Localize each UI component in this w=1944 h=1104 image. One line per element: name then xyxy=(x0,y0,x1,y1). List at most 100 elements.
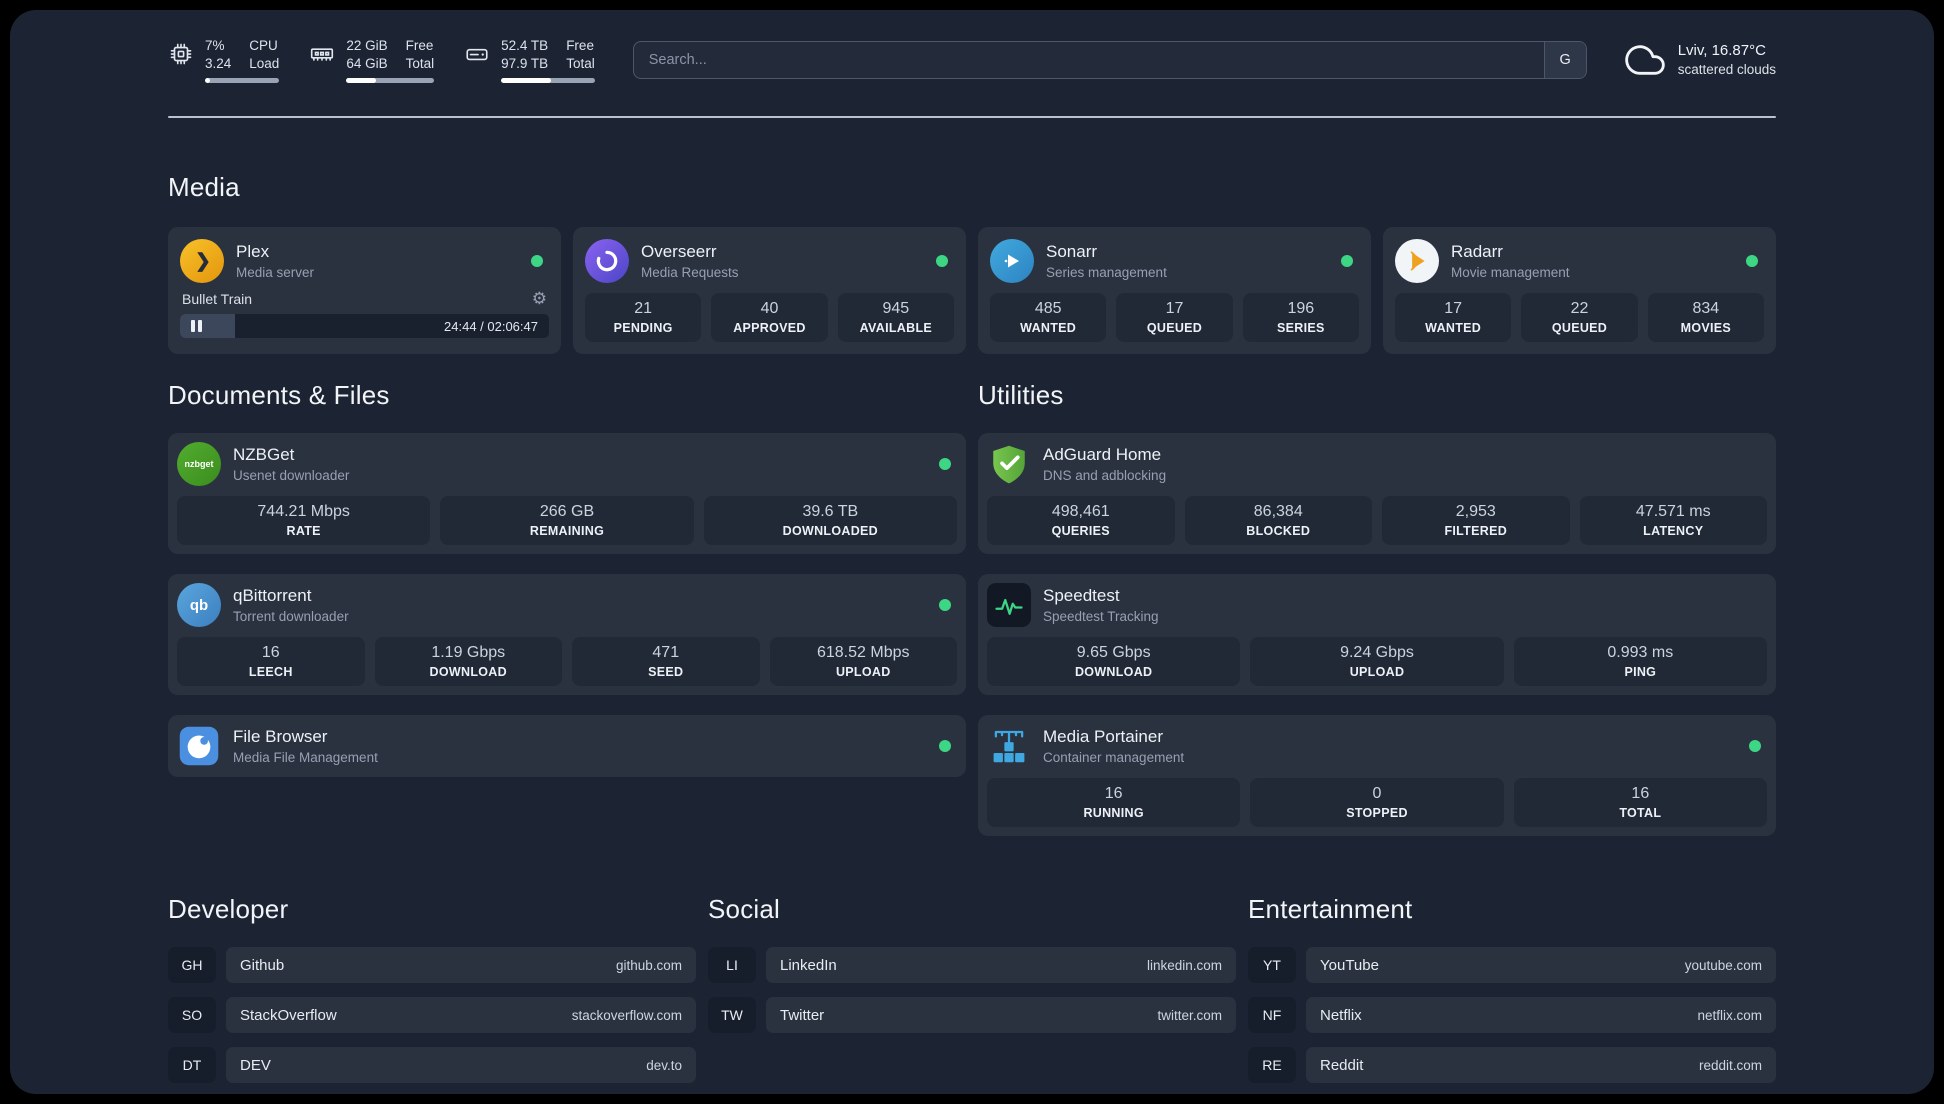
section-title-documents: Documents & Files xyxy=(168,380,390,410)
search-bar: G xyxy=(632,41,1587,79)
card-subtitle: DNS and adblocking xyxy=(1043,467,1167,483)
stat-tile: 22 QUEUED xyxy=(1521,293,1638,342)
playback-progress-bar[interactable]: 24:44 / 02:06:47 xyxy=(180,314,549,338)
disk-total-label: Total xyxy=(566,56,595,71)
section-title-entertainment: Entertainment xyxy=(1248,894,1413,924)
bookmark-abbr: TW xyxy=(708,997,756,1033)
card-title: AdGuard Home xyxy=(1043,444,1162,464)
stat-tile: 266 GB REMAINING xyxy=(440,496,694,545)
overseerr-icon xyxy=(585,239,629,283)
card-title: Plex xyxy=(236,241,270,261)
pause-icon[interactable] xyxy=(191,320,202,332)
cpu-load-value: 3.24 xyxy=(205,56,232,71)
ram-progress-bar xyxy=(346,77,435,83)
stat-tile: 86,384 BLOCKED xyxy=(1184,496,1372,545)
card-portainer[interactable]: Media Portainer Container management 16 … xyxy=(978,715,1776,836)
memory-icon xyxy=(309,41,335,67)
stat-tile: 834 MOVIES xyxy=(1647,293,1764,342)
card-subtitle: Usenet downloader xyxy=(233,467,350,483)
bookmark-row: YT YouTube youtube.com xyxy=(1248,947,1776,983)
bookmark-row: SO StackOverflow stackoverflow.com xyxy=(168,997,696,1033)
topbar-divider xyxy=(168,116,1776,118)
bookmark-link-twitter[interactable]: Twitter twitter.com xyxy=(766,997,1236,1033)
cpu-percent: 7% xyxy=(205,38,225,54)
card-subtitle: Movie management xyxy=(1451,264,1570,280)
now-playing-title: Bullet Train xyxy=(182,290,253,307)
plex-now-playing: Bullet Train ⚙ 24:44 / 02:06:47 xyxy=(180,290,549,338)
stat-tile: 498,461 QUERIES xyxy=(987,496,1175,545)
section-title-social: Social xyxy=(708,894,781,924)
card-speedtest[interactable]: Speedtest Speedtest Tracking 9.65 Gbps D… xyxy=(978,574,1776,695)
bookmark-row: RE Reddit reddit.com xyxy=(1248,1047,1776,1083)
section-title-media: Media xyxy=(168,172,240,202)
stat-tile: 945 AVAILABLE xyxy=(837,293,954,342)
status-indicator xyxy=(939,458,951,470)
stat-tile: 9.24 Gbps UPLOAD xyxy=(1250,637,1504,686)
stat-tile: 744.21 Mbps RATE xyxy=(177,496,431,545)
card-title: Speedtest xyxy=(1043,585,1120,605)
search-input[interactable] xyxy=(633,42,1544,78)
card-title: Sonarr xyxy=(1046,241,1098,261)
bookmark-abbr: DT xyxy=(168,1047,216,1083)
card-nzbget[interactable]: nzbget NZBGet Usenet downloader 744.21 M… xyxy=(168,433,966,554)
disk-free-label: Free xyxy=(566,38,594,54)
card-plex[interactable]: ❯ Plex Media server Bullet Train ⚙ 24:44… xyxy=(168,227,561,354)
utilities-column: Utilities AdGuard Home DNS and adblockin… xyxy=(978,380,1776,836)
filebrowser-icon xyxy=(177,724,221,768)
bookmark-link-dev[interactable]: DEV dev.to xyxy=(226,1047,696,1083)
stat-tile: 17 WANTED xyxy=(1395,293,1512,342)
gear-icon[interactable]: ⚙ xyxy=(532,290,547,307)
bookmark-link-netflix[interactable]: Netflix netflix.com xyxy=(1306,997,1776,1033)
dashboard-panel: 7% 3.24 CPU Load 22 GiB 64 GiB Free Tota… xyxy=(10,10,1934,1094)
card-qbittorrent[interactable]: qb qBittorrent Torrent downloader 16 LEE… xyxy=(168,574,966,695)
bookmark-link-youtube[interactable]: YouTube youtube.com xyxy=(1306,947,1776,983)
bookmark-group-entertainment: Entertainment YT YouTube youtube.com NF … xyxy=(1248,894,1776,1097)
weather-widget: Lviv, 16.87°C scattered clouds xyxy=(1624,40,1776,80)
card-subtitle: Series management xyxy=(1046,264,1167,280)
weather-condition: scattered clouds xyxy=(1677,62,1776,78)
media-grid: ❯ Plex Media server Bullet Train ⚙ 24:44… xyxy=(168,227,1776,354)
card-title: NZBGet xyxy=(233,444,295,464)
stat-tile: 485 WANTED xyxy=(990,293,1107,342)
cloud-icon xyxy=(1624,40,1665,80)
card-filebrowser[interactable]: File Browser Media File Management xyxy=(168,715,966,777)
disk-free-value: 52.4 TB xyxy=(501,38,549,54)
disk-progress-bar xyxy=(501,77,595,83)
ram-free-value: 22 GiB xyxy=(346,38,388,54)
bookmark-row: GH Github github.com xyxy=(168,947,696,983)
card-radarr[interactable]: Radarr Movie management 17 WANTED 22 QUE… xyxy=(1383,227,1776,354)
stat-tile: 40 APPROVED xyxy=(711,293,828,342)
bookmark-row: TW Twitter twitter.com xyxy=(708,997,1236,1033)
card-overseerr[interactable]: Overseerr Media Requests 21 PENDING 40 A… xyxy=(573,227,966,354)
cpu-load-label: Load xyxy=(249,56,280,71)
stat-tile: 0.993 ms PING xyxy=(1513,637,1767,686)
status-indicator xyxy=(1746,255,1758,267)
ram-total-label: Total xyxy=(405,56,435,71)
documents-column: Documents & Files nzbget NZBGet Usenet d… xyxy=(168,380,966,836)
bookmark-link-reddit[interactable]: Reddit reddit.com xyxy=(1306,1047,1776,1083)
stat-tile: 17 QUEUED xyxy=(1116,293,1233,342)
bookmark-row: DT DEV dev.to xyxy=(168,1047,696,1083)
cpu-icon xyxy=(168,41,194,67)
card-title: Media Portainer xyxy=(1043,726,1164,746)
card-title: Radarr xyxy=(1451,241,1503,261)
card-subtitle: Container management xyxy=(1043,749,1185,765)
stat-tile: 471 SEED xyxy=(572,637,760,686)
disk-total-value: 97.9 TB xyxy=(501,56,549,71)
card-adguard[interactable]: AdGuard Home DNS and adblocking 498,461 … xyxy=(978,433,1776,554)
bookmark-link-stackoverflow[interactable]: StackOverflow stackoverflow.com xyxy=(226,997,696,1033)
search-provider-button[interactable]: G xyxy=(1543,42,1586,78)
cpu-progress-bar xyxy=(205,77,280,83)
bookmark-link-github[interactable]: Github github.com xyxy=(226,947,696,983)
topbar: 7% 3.24 CPU Load 22 GiB 64 GiB Free Tota… xyxy=(168,36,1776,84)
card-title: qBittorrent xyxy=(233,585,312,605)
disk-icon xyxy=(464,41,490,67)
status-indicator xyxy=(936,255,948,267)
stat-tile: 47.571 ms LATENCY xyxy=(1579,496,1767,545)
card-sonarr[interactable]: Sonarr Series management 485 WANTED 17 Q… xyxy=(978,227,1371,354)
bookmark-group-social: Social LI LinkedIn linkedin.com TW Twitt… xyxy=(708,894,1236,1097)
plex-icon: ❯ xyxy=(180,239,224,283)
card-subtitle: Media server xyxy=(236,264,315,280)
bookmark-link-linkedin[interactable]: LinkedIn linkedin.com xyxy=(766,947,1236,983)
section-title-utilities: Utilities xyxy=(978,380,1064,410)
